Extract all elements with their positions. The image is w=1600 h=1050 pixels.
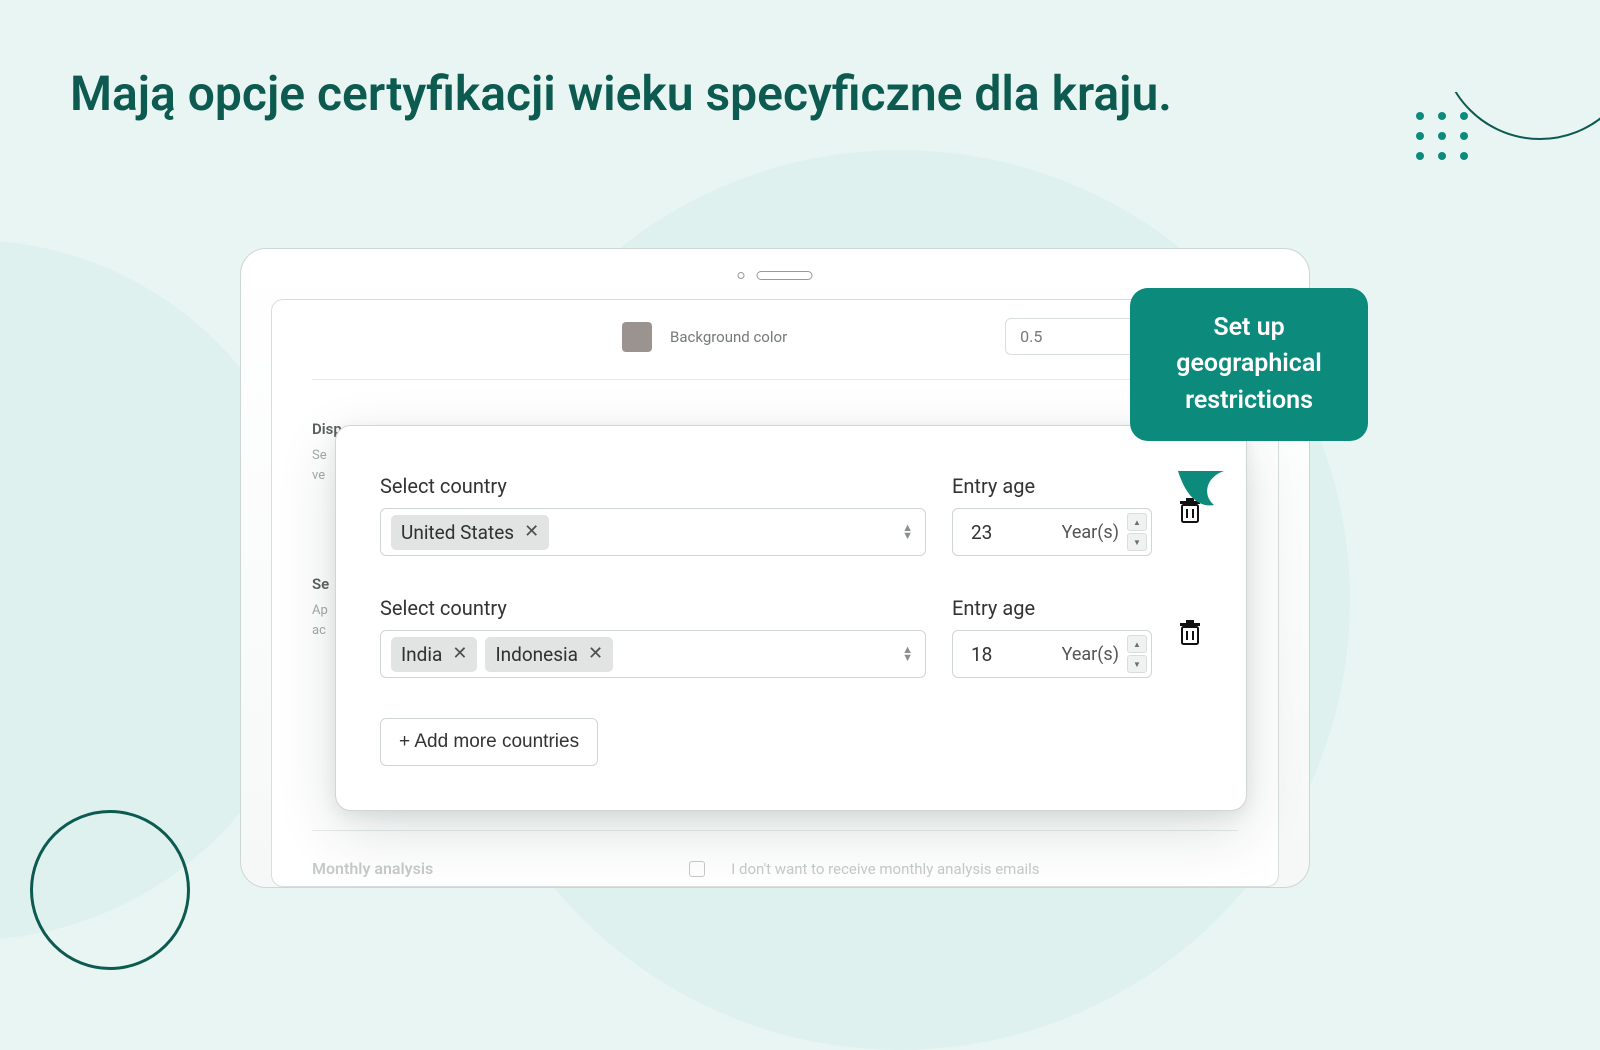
background-color-swatch[interactable] [622,322,652,352]
add-more-countries-button[interactable]: + Add more countries [380,718,598,766]
number-spinner[interactable]: ▲▼ [1127,635,1147,673]
entry-age-label: Entry age [952,474,1152,498]
setup-callout: Set up geographical restrictions [1130,288,1368,441]
decor-circle-icon [30,810,190,970]
monthly-optout-label: I don't want to receive monthly analysis… [731,860,1039,878]
entry-age-label: Entry age [952,596,1152,620]
select-country-label: Select country [380,596,926,620]
monthly-analysis-row: Monthly analysis I don't want to receive… [312,830,1238,878]
country-chip: India ✕ [391,637,477,672]
geo-restrictions-modal: Select country United States ✕ ▲▼ Entry … [335,425,1247,811]
geo-rule-row: Select country United States ✕ ▲▼ Entry … [380,474,1202,556]
decor-dots-icon [1416,112,1470,160]
callout-text: Set up geographical restrictions [1176,313,1322,415]
remove-chip-icon[interactable]: ✕ [452,645,467,663]
select-country-label: Select country [380,474,926,498]
country-chip-label: Indonesia [495,643,578,666]
country-chip-label: United States [401,521,514,544]
background-opacity-input[interactable]: 0.5 [1005,318,1145,355]
dropdown-caret-icon[interactable]: ▲▼ [902,525,913,539]
background-color-label: Background color [670,328,787,346]
remove-chip-icon[interactable]: ✕ [588,645,603,663]
monthly-analysis-title: Monthly analysis [312,859,433,878]
monthly-optout-checkbox[interactable] [689,861,705,877]
age-unit-label: Year(s) [1062,522,1119,543]
entry-age-input[interactable]: 18 Year(s) ▲▼ [952,630,1152,678]
page-title: Mają opcje certyfikacji wieku specyficzn… [70,65,1172,122]
device-camera-icon [738,271,813,280]
age-value: 18 [971,643,992,666]
remove-chip-icon[interactable]: ✕ [524,523,539,541]
country-chip-label: India [401,643,442,666]
dropdown-caret-icon[interactable]: ▲▼ [902,647,913,661]
country-select[interactable]: India ✕ Indonesia ✕ ▲▼ [380,630,926,678]
number-spinner[interactable]: ▲▼ [1127,513,1147,551]
country-chip: United States ✕ [391,515,549,550]
country-select[interactable]: United States ✕ ▲▼ [380,508,926,556]
age-unit-label: Year(s) [1062,644,1119,665]
geo-rule-row: Select country India ✕ Indonesia ✕ ▲▼ En… [380,596,1202,678]
entry-age-input[interactable]: 23 Year(s) ▲▼ [952,508,1152,556]
delete-rule-button[interactable] [1178,619,1202,647]
age-value: 23 [971,521,992,544]
trash-icon [1178,619,1202,647]
country-chip: Indonesia ✕ [485,637,613,672]
